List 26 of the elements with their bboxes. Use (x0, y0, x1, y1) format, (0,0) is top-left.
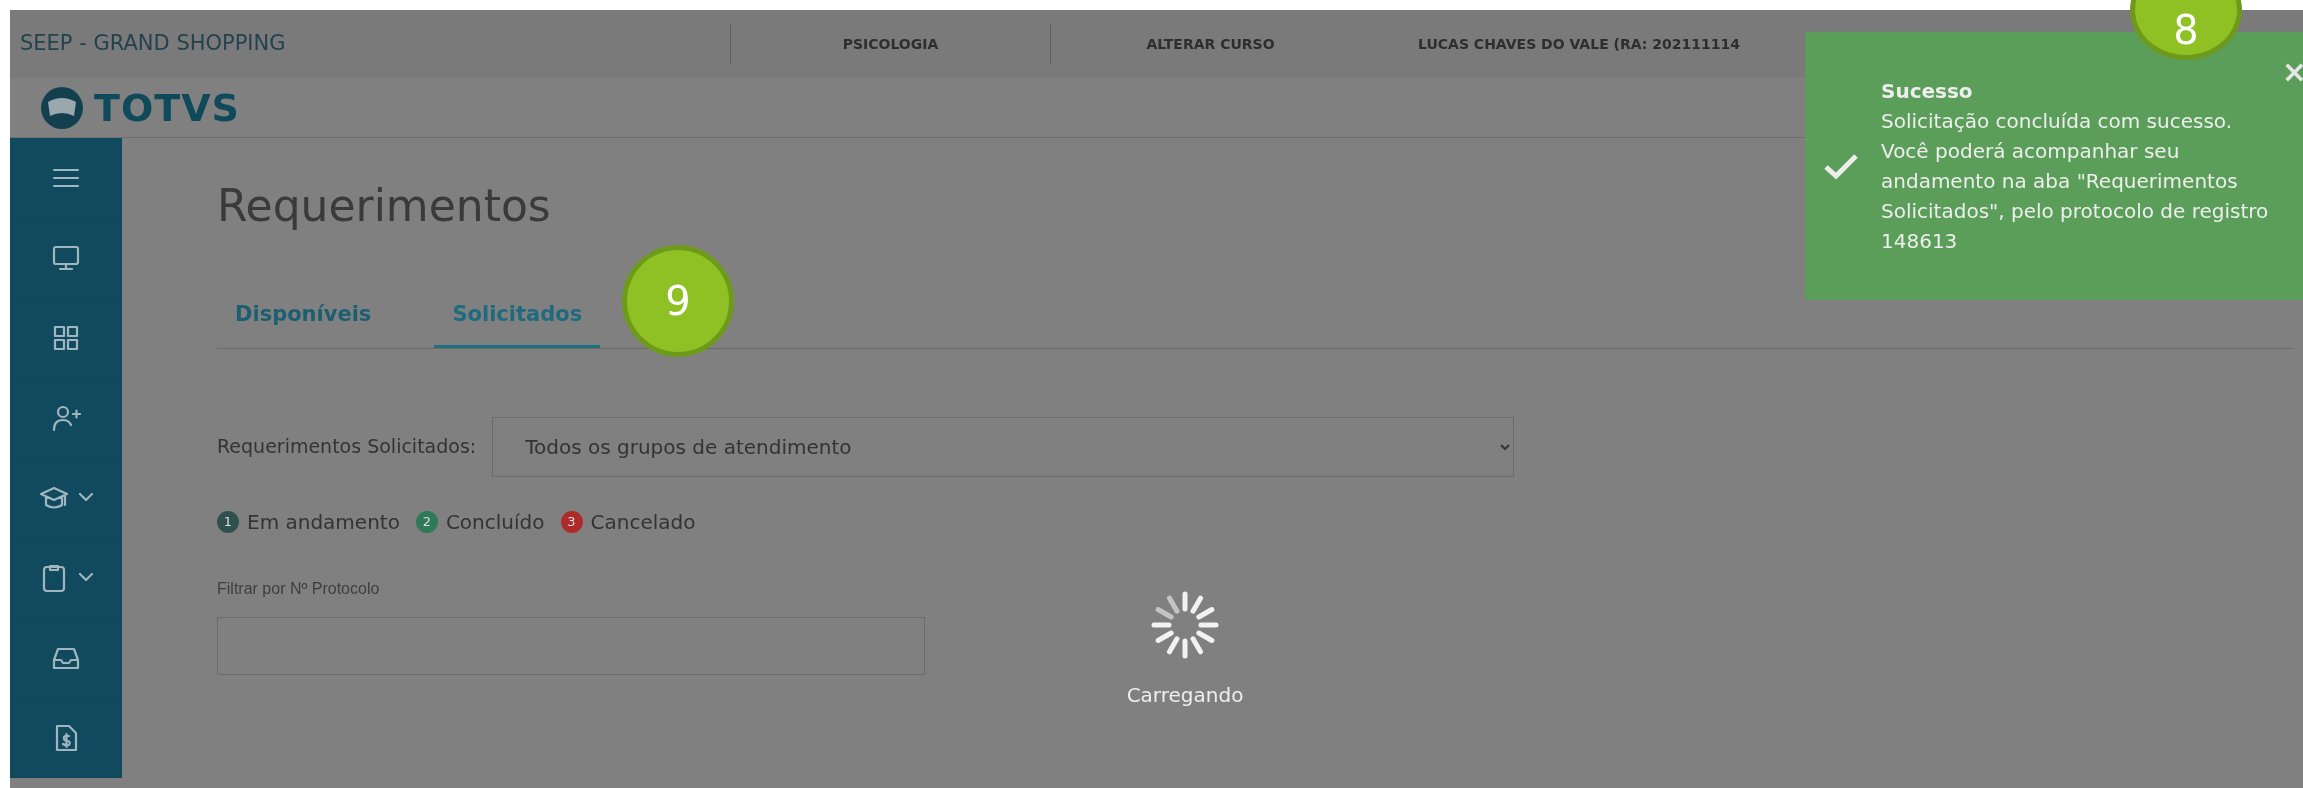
status-label: Concluído (445, 508, 545, 536)
group-select[interactable]: Todos os grupos de atendimento (492, 416, 1515, 477)
filter-label: Requerimentos Solicitados: (217, 434, 477, 460)
tab[interactable]: Disponíveis (217, 289, 390, 348)
status-label: Em andamento (247, 508, 400, 536)
status-dot: 2 (415, 510, 438, 533)
toast-message: Solicitação concluída com sucesso. Você poderá acompanhar seu andamento na aba "Requerimentos Solicitados", pelo protocolo de registro 148613 (1881, 108, 2270, 255)
logo-icon (40, 85, 84, 130)
chevron-down-icon[interactable] (79, 493, 93, 502)
step-number-marker: 9 (622, 245, 734, 357)
logo-text: TOTVS (94, 88, 240, 127)
user-name[interactable]: LUCAS CHAVES DO VALE (RA: 202111114 (1418, 33, 1740, 55)
loading-spinner-icon (1150, 590, 1220, 660)
change-course-link[interactable]: ALTERAR CURSO (1146, 33, 1275, 55)
close-button[interactable]: × (2277, 57, 2303, 87)
institution-name: SEEP - GRAND SHOPPING (19, 30, 287, 58)
loading-text: Carregando (1126, 682, 1244, 709)
check-icon (1823, 152, 1859, 180)
toast-title: Sucesso (1881, 78, 1974, 105)
page-title: Requerimentos (217, 179, 551, 233)
chevron-down-icon[interactable] (79, 573, 93, 582)
status-label: Cancelado (590, 508, 696, 536)
status-dot: 1 (217, 510, 239, 533)
course-link[interactable]: PSICOLOGIA (842, 33, 939, 55)
protocol-label: Filtrar por Nº Protocolo (217, 578, 381, 599)
status-dot: 3 (560, 510, 583, 533)
